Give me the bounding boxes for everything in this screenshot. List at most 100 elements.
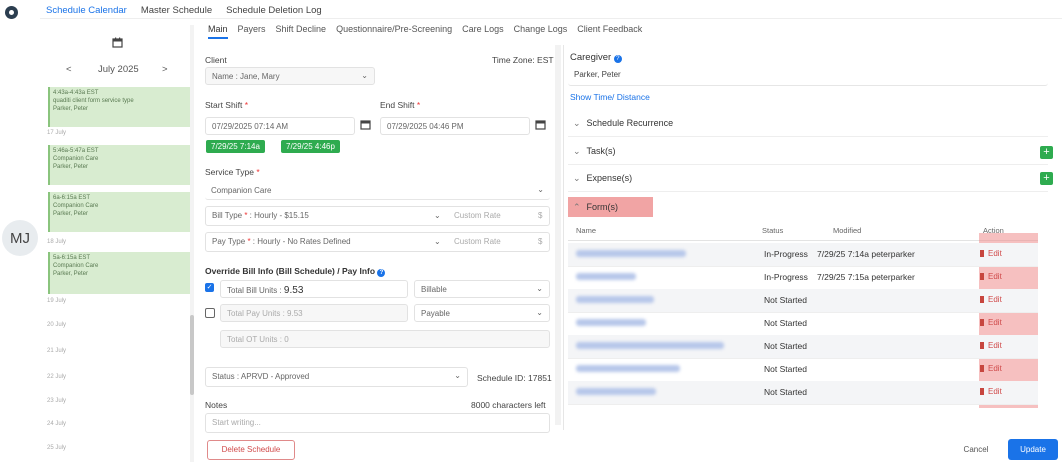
calendar-icon[interactable] [360, 119, 371, 130]
tab-questionnaire[interactable]: Questionnaire/Pre-Screening [336, 24, 452, 39]
tab-shift-decline[interactable]: Shift Decline [276, 24, 327, 39]
edit-button[interactable]: Edit [980, 249, 1002, 258]
form-scrollbar[interactable] [555, 45, 561, 425]
expenses-section[interactable]: ⌄ Expense(s) [573, 173, 632, 184]
end-shift-input[interactable]: 07/29/2025 04:46 PM [380, 117, 530, 135]
form-name-link[interactable] [576, 342, 724, 349]
calendar-scrollbar[interactable] [190, 25, 194, 462]
event-time: 6a-6:15a EST [53, 195, 91, 201]
calendar-event[interactable]: 4:43a-4:43a EST quaditi client form serv… [48, 87, 190, 127]
end-shift-chip[interactable]: 7/29/25 4:46p [281, 140, 340, 153]
tab-schedule-calendar[interactable]: Schedule Calendar [46, 3, 127, 23]
currency-symbol: $ [538, 211, 543, 220]
event-caregiver: Parker, Peter [53, 106, 89, 112]
tab-master-schedule[interactable]: Master Schedule [141, 3, 212, 23]
caregiver-label: Caregiver ? [570, 52, 622, 63]
event-time: 5a-6:15a EST [53, 255, 91, 261]
form-status: Not Started [764, 318, 807, 328]
add-task-button[interactable]: + [1040, 146, 1053, 159]
bill-type-value[interactable]: Hourly - $15.15 [254, 211, 309, 220]
delete-schedule-button[interactable]: Delete Schedule [207, 440, 295, 460]
caregiver-field[interactable]: Parker, Peter [568, 66, 1048, 86]
event-time: 5:46a-5:47a EST [53, 148, 99, 154]
notes-textarea[interactable]: Start writing... [205, 413, 550, 433]
show-time-distance-link[interactable]: Show Time/ Distance [570, 92, 650, 102]
calendar-icon[interactable] [535, 119, 546, 130]
client-name-field[interactable]: Name : Jane, Mary ⌄ [205, 67, 375, 85]
next-month-button[interactable]: > [162, 64, 168, 75]
status-select[interactable]: Status : APRVD - Approved ⌄ [205, 367, 468, 387]
calendar-event[interactable]: 5:46a-5:47a EST Companion Care Parker, P… [48, 145, 190, 185]
tab-payers[interactable]: Payers [238, 24, 266, 39]
day-label: 21 July [47, 348, 67, 354]
tab-change-logs[interactable]: Change Logs [514, 24, 568, 39]
day-label: 19 July [47, 298, 67, 304]
calendar-event[interactable]: 6a-6:15a EST Companion Care Parker, Pete… [48, 192, 190, 232]
add-expense-button[interactable]: + [1040, 172, 1053, 185]
tab-client-feedback[interactable]: Client Feedback [577, 24, 642, 39]
chevron-down-icon: ⌄ [573, 173, 581, 183]
client-label: Client [205, 55, 227, 65]
calendar-event[interactable]: 5a-6:15a EST Companion Care Parker, Pete… [48, 252, 190, 294]
start-shift-label: Start Shift * [205, 100, 249, 110]
form-name-link[interactable] [576, 319, 646, 326]
edit-button[interactable]: Edit [980, 272, 1002, 281]
edit-button[interactable]: Edit [980, 364, 1002, 373]
day-label: 22 July [47, 374, 67, 380]
billable-select[interactable]: Billable ⌄ [414, 280, 550, 298]
tab-main[interactable]: Main [208, 24, 228, 39]
bill-units-checkbox[interactable]: ✓ [205, 283, 214, 292]
form-name-link[interactable] [576, 296, 654, 303]
pay-custom-rate[interactable]: Custom Rate [454, 237, 501, 246]
cancel-button[interactable]: Cancel [955, 440, 997, 460]
schedule-recurrence-section[interactable]: ⌄ Schedule Recurrence [573, 118, 673, 129]
chevron-up-icon: ⌃ [573, 202, 581, 212]
form-modified: 7/29/25 7:15a peterparker [817, 272, 915, 282]
edit-icon [980, 273, 984, 280]
form-name-link[interactable] [576, 273, 636, 280]
edit-button[interactable]: Edit [980, 318, 1002, 327]
help-icon[interactable]: ? [613, 55, 622, 63]
notes-char-count: 8000 characters left [471, 400, 546, 410]
col-modified: Modified [833, 226, 862, 235]
prev-month-button[interactable]: < [66, 64, 72, 75]
help-icon[interactable]: ? [377, 269, 386, 277]
panel-divider [563, 45, 564, 430]
forms-table-header: Name Status Modified Action [568, 224, 1038, 241]
edit-button[interactable]: Edit [980, 387, 1002, 396]
tab-schedule-deletion-log[interactable]: Schedule Deletion Log [226, 3, 322, 23]
payable-select[interactable]: Payable ⌄ [414, 304, 550, 322]
edit-icon [980, 296, 984, 303]
start-shift-input[interactable]: 07/29/2025 07:14 AM [205, 117, 355, 135]
forms-section[interactable]: ⌃ Form(s) [573, 202, 618, 213]
timezone-label: Time Zone: EST [492, 55, 554, 65]
tab-care-logs[interactable]: Care Logs [462, 24, 504, 39]
calendar-icon[interactable] [112, 37, 123, 48]
edit-button[interactable]: Edit [980, 341, 1002, 350]
form-name-link[interactable] [576, 365, 680, 372]
form-status: Not Started [764, 387, 807, 397]
form-name-link[interactable] [576, 388, 656, 395]
bill-units-field[interactable]: Total Bill Units : 9.53 [220, 280, 408, 298]
tasks-section[interactable]: ⌄ Task(s) [573, 146, 616, 157]
pay-units-checkbox[interactable] [205, 308, 215, 318]
menu-icon[interactable] [5, 6, 18, 19]
day-label: 20 July [47, 322, 67, 328]
day-label: 24 July [47, 421, 67, 427]
update-button[interactable]: Update [1008, 439, 1058, 460]
bill-custom-rate[interactable]: Custom Rate [454, 211, 501, 220]
edit-button[interactable]: Edit [980, 295, 1002, 304]
tabs-divider [40, 18, 1062, 19]
form-modified: 7/29/25 7:14a peterparker [817, 249, 915, 259]
form-status: Not Started [764, 341, 807, 351]
avatar[interactable]: MJ [2, 220, 38, 256]
form-name-link[interactable] [576, 250, 686, 257]
start-shift-chip[interactable]: 7/29/25 7:14a [206, 140, 265, 153]
pay-units-field[interactable]: Total Pay Units : 9.53 [220, 304, 408, 322]
pay-type-value[interactable]: Hourly - No Rates Defined [257, 237, 350, 246]
event-caregiver: Parker, Peter [53, 211, 89, 217]
service-type-select[interactable]: Companion Care ⌄ [205, 182, 550, 200]
day-label: 18 July [47, 239, 67, 245]
override-label: Override Bill Info (Bill Schedule) / Pay… [205, 266, 386, 277]
event-caregiver: Parker, Peter [53, 164, 89, 170]
